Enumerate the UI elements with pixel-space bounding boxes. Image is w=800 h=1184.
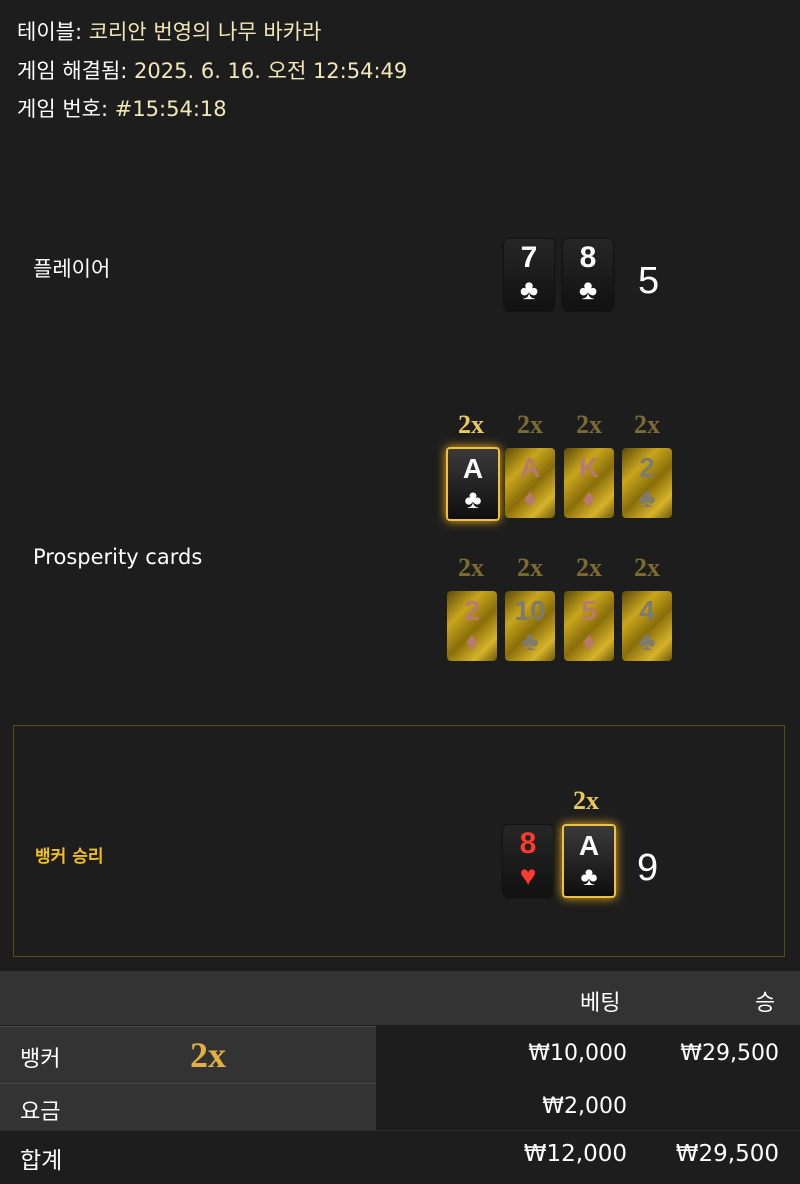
card-rank: 2 [464, 595, 480, 626]
club-suit-icon: ♣ [580, 861, 598, 891]
bet-amount: ₩2,000 [542, 1094, 627, 1119]
diamond-suit-icon: ♦ [582, 483, 596, 513]
table-label: 테이블: [17, 20, 83, 44]
bet-amount: ₩10,000 [528, 1041, 627, 1066]
prosperity-label: Prosperity cards [33, 545, 203, 569]
bet-name: 뱅커 [20, 1047, 61, 1072]
card-rank: 8 [519, 827, 537, 860]
bet-column-header: 베팅 [580, 991, 621, 1016]
table-value: 코리안 번영의 나무 바카라 [88, 20, 322, 44]
prosperity-card: 10 ♣ [505, 591, 555, 661]
banker-win-label: 뱅커 승리 [35, 847, 104, 867]
club-suit-icon: ♣ [521, 626, 539, 656]
player-label: 플레이어 [33, 257, 111, 281]
prosperity-card: 5 ♦ [564, 591, 614, 661]
game-number-label: 게임 번호: [17, 97, 109, 121]
card-rank: A [519, 452, 541, 483]
banker-card-2: A ♣ [562, 824, 616, 898]
card-rank: 2 [639, 452, 655, 483]
card-rank: 10 [514, 595, 546, 626]
table-name-line: 테이블: 코리안 번영의 나무 바카라 [17, 16, 321, 46]
prosperity-multiplier: 2x [458, 553, 484, 582]
prosperity-card: 4 ♣ [622, 591, 672, 661]
table-divider [0, 1130, 800, 1131]
prosperity-multiplier: 2x [576, 410, 602, 439]
game-number-line: 게임 번호: #15:54:18 [17, 93, 227, 123]
resolved-label: 게임 해결됨: [17, 59, 128, 83]
bet-name: 요금 [20, 1100, 61, 1125]
prosperity-multiplier: 2x [576, 553, 602, 582]
bet-multiplier: 2x [190, 1035, 226, 1075]
club-suit-icon: ♣ [638, 626, 656, 656]
club-suit-icon: ♣ [464, 484, 482, 514]
win-column-header: 승 [755, 991, 776, 1016]
club-suit-icon: ♣ [578, 274, 598, 305]
resolved-time-line: 게임 해결됨: 2025. 6. 16. 오전 12:54:49 [17, 55, 407, 85]
banker-score: 9 [637, 847, 659, 889]
game-number-value: #15:54:18 [114, 97, 227, 121]
player-card-2: 8 ♣ [563, 239, 613, 311]
club-suit-icon: ♣ [638, 483, 656, 513]
prosperity-card: K ♦ [564, 448, 614, 518]
player-score: 5 [638, 260, 660, 302]
prosperity-multiplier: 2x [517, 410, 543, 439]
prosperity-multiplier: 2x [517, 553, 543, 582]
prosperity-multiplier: 2x [634, 553, 660, 582]
diamond-suit-icon: ♦ [582, 626, 596, 656]
banker-winner-panel [13, 725, 785, 957]
card-rank: A [578, 830, 600, 861]
total-bet-amount: ₩12,000 [523, 1141, 627, 1167]
card-rank: 8 [579, 241, 597, 274]
banker-card-multiplier: 2x [573, 786, 599, 815]
card-rank: 7 [520, 241, 538, 274]
prosperity-card-selected: A ♣ [446, 447, 500, 521]
heart-suit-icon: ♥ [519, 860, 537, 891]
total-label: 합계 [20, 1148, 63, 1174]
diamond-suit-icon: ♦ [465, 626, 479, 656]
prosperity-multiplier: 2x [458, 410, 484, 439]
card-rank: 4 [639, 595, 655, 626]
player-card-1: 7 ♣ [504, 239, 554, 311]
prosperity-card: 2 ♣ [622, 448, 672, 518]
win-amount: ₩29,500 [680, 1041, 779, 1066]
club-suit-icon: ♣ [519, 274, 539, 305]
prosperity-card: 2 ♦ [447, 591, 497, 661]
prosperity-card: A ♦ [505, 448, 555, 518]
banker-card-1: 8 ♥ [503, 825, 553, 897]
resolved-value: 2025. 6. 16. 오전 12:54:49 [134, 59, 408, 83]
card-rank: 5 [581, 595, 597, 626]
prosperity-multiplier: 2x [634, 410, 660, 439]
card-rank: K [578, 452, 600, 483]
diamond-suit-icon: ♦ [523, 483, 537, 513]
card-rank: A [462, 453, 484, 484]
bets-table-header [0, 971, 800, 1025]
total-win-amount: ₩29,500 [675, 1141, 779, 1167]
